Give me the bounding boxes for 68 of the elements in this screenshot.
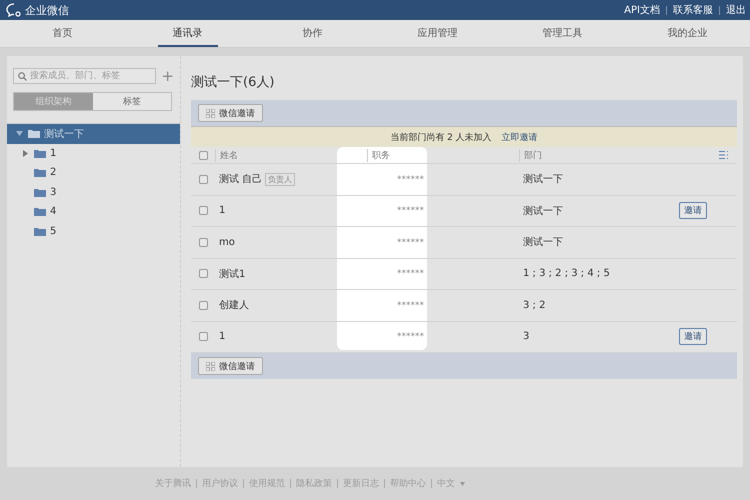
folder-icon — [34, 207, 46, 216]
wechat-invite-button[interactable]: 微信邀请 — [198, 104, 263, 122]
tree-item[interactable]: 测试一下 — [7, 124, 180, 144]
nav-tab[interactable]: 应用管理 — [408, 20, 468, 47]
member-name: 创建人 — [219, 298, 249, 312]
grid-icon — [206, 108, 215, 118]
tree-item[interactable]: 5 — [7, 222, 180, 241]
wechat-invite-button[interactable]: 微信邀请 — [198, 357, 263, 375]
tree-item[interactable]: 4 — [7, 202, 180, 222]
checkbox[interactable] — [198, 150, 208, 160]
search-icon — [18, 72, 27, 80]
top-link[interactable]: 退出 — [726, 3, 746, 17]
tree-item[interactable]: 2 — [7, 163, 180, 182]
member-name: 测试1 — [219, 268, 246, 281]
invite-button[interactable]: 邀请 — [679, 202, 707, 220]
chat-logo-icon — [6, 3, 22, 17]
column-header: 职务 — [367, 148, 519, 162]
nav-tab[interactable]: 协作 — [282, 20, 342, 47]
tree-item[interactable]: 3 — [7, 182, 180, 202]
column-header: 姓名 — [215, 148, 367, 162]
job-cell: ****** — [397, 332, 424, 342]
notice-text: 当前部门尚有 2 人未加入 — [390, 132, 492, 144]
search-field[interactable]: 搜索成员、部门、标签 — [13, 68, 156, 84]
folder-icon — [28, 129, 40, 138]
nav-tab[interactable]: 首页 — [32, 20, 92, 47]
expand-arrow-icon[interactable] — [22, 150, 29, 157]
member-name: mo — [219, 236, 235, 248]
nav-tab[interactable]: 管理工具 — [532, 20, 592, 47]
member-name: 测试 自己 — [219, 172, 262, 186]
role-tag: 负责人 — [265, 172, 296, 186]
invite-now-link[interactable]: 立即邀请 — [502, 130, 538, 144]
search-input[interactable]: 搜索成员、部门、标签 — [30, 69, 152, 83]
checkbox[interactable] — [198, 269, 208, 278]
job-cell: ****** — [397, 238, 424, 248]
dropdown-caret-icon[interactable] — [460, 482, 465, 486]
department-cell: 测试一下 — [523, 174, 563, 186]
grid-icon — [206, 362, 215, 370]
department-cell: 3 ; 2 — [523, 300, 546, 311]
top-link[interactable]: API文档 — [624, 3, 660, 17]
invite-button[interactable]: 邀请 — [679, 328, 707, 346]
department-cell: 测试一下 — [523, 237, 563, 248]
folder-icon — [34, 168, 46, 178]
job-cell: ****** — [397, 206, 424, 216]
checkbox[interactable] — [198, 238, 208, 247]
column-menu-icon[interactable] — [719, 151, 729, 159]
department-cell: 3 — [523, 331, 530, 342]
folder-icon — [34, 148, 46, 158]
checkbox[interactable] — [198, 300, 208, 310]
job-cell: ****** — [397, 269, 424, 280]
member-name: 1 — [219, 205, 226, 216]
collapse-arrow-icon[interactable] — [16, 130, 23, 138]
brand-name: 企业微信 — [25, 2, 69, 18]
department-cell: 1 ; 3 ; 2 ; 3 ; 4 ; 5 — [523, 268, 610, 280]
job-cell: ****** — [397, 300, 424, 311]
department-title: 测试一下(6人) — [191, 74, 276, 91]
checkbox[interactable] — [198, 206, 208, 216]
folder-icon — [34, 226, 46, 236]
job-cell: ****** — [397, 174, 424, 185]
member-name: 1 — [219, 331, 226, 342]
folder-icon — [34, 188, 46, 197]
top-link[interactable]: 联系客服 — [673, 3, 713, 17]
department-cell: 测试一下 — [523, 206, 563, 217]
checkbox[interactable] — [198, 332, 208, 342]
tree-item[interactable]: 1 — [7, 144, 180, 163]
nav-tab[interactable]: 通讯录 — [158, 20, 218, 47]
nav-tab[interactable]: 我的企业 — [658, 20, 718, 47]
checkbox[interactable] — [198, 174, 208, 184]
column-header: 部门 — [519, 148, 679, 162]
